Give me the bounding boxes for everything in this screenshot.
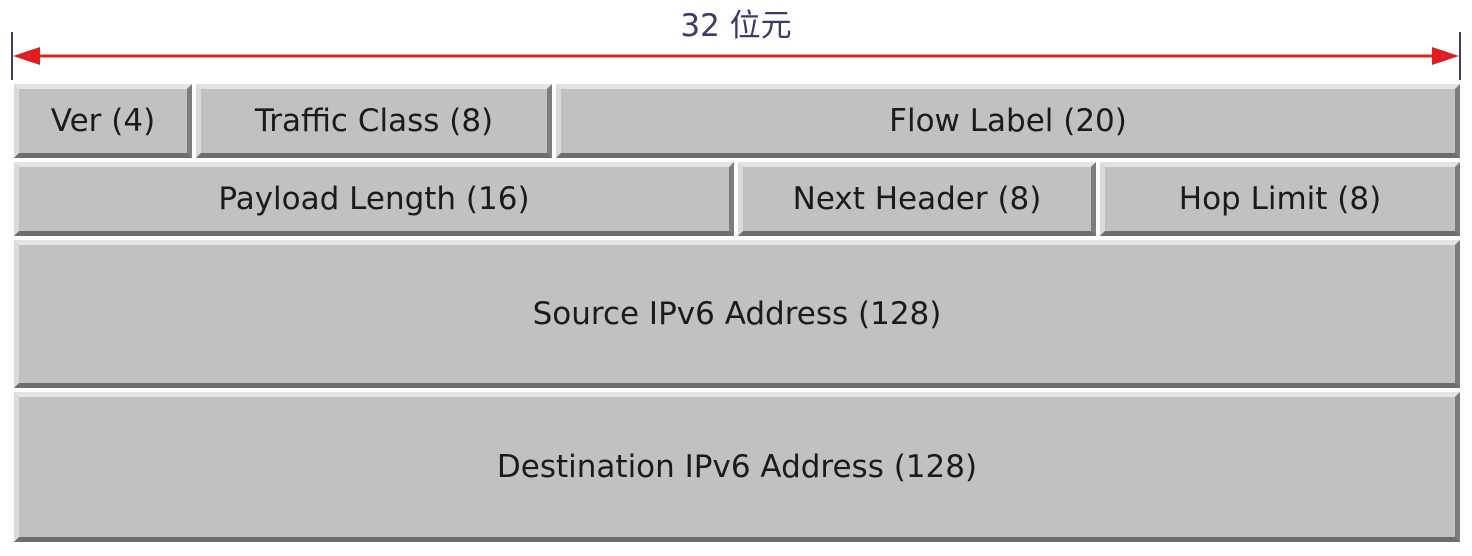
bit-width-arrow (11, 32, 1461, 80)
field-next-header: Next Header (8) (738, 162, 1096, 236)
field-source-address: Source IPv6 Address (128) (14, 240, 1460, 388)
field-hop-limit: Hop Limit (8) (1100, 162, 1460, 236)
arrow-left-head (13, 47, 40, 65)
field-ver: Ver (4) (14, 84, 192, 158)
field-traffic-class: Traffic Class (8) (196, 84, 552, 158)
field-destination-address: Destination IPv6 Address (128) (14, 392, 1460, 542)
arrow-right-head (1432, 47, 1459, 65)
field-flow-label: Flow Label (20) (556, 84, 1460, 158)
field-payload-length: Payload Length (16) (14, 162, 734, 236)
